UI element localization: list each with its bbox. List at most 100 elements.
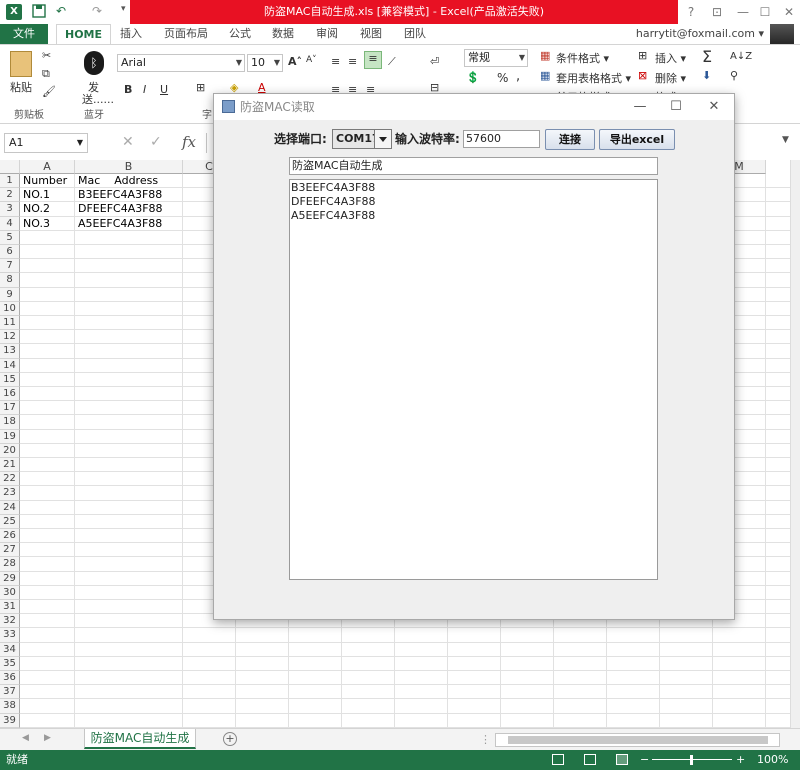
horizontal-scroll-thumb[interactable]: [508, 736, 768, 744]
bold-button[interactable]: B: [124, 83, 132, 96]
zoom-slider-thumb[interactable]: [690, 755, 693, 765]
number-format-select[interactable]: 常规 ▼: [464, 49, 528, 67]
cancel-entry-icon[interactable]: ✕: [122, 134, 134, 150]
font-name-select[interactable]: Arial ▼: [117, 54, 245, 72]
cut-icon[interactable]: ✂: [42, 49, 51, 62]
mac-output-textarea[interactable]: B3EEFC4A3F88 DFEEFC4A3F88 A5EEFC4A3F88: [289, 179, 658, 580]
row-header-25[interactable]: 25: [0, 514, 20, 529]
connect-button[interactable]: 连接: [545, 129, 595, 150]
zoom-level[interactable]: 100%: [757, 750, 788, 770]
autosum-button[interactable]: Σ: [702, 47, 712, 66]
select-all-corner[interactable]: [0, 160, 20, 174]
cell-a4[interactable]: NO.3: [20, 217, 50, 231]
cell-a3[interactable]: NO.2: [20, 202, 50, 216]
delete-cells-button[interactable]: 删除 ▾: [655, 70, 686, 86]
row-header-22[interactable]: 22: [0, 472, 20, 487]
normal-view-icon[interactable]: [552, 754, 564, 765]
row-header-14[interactable]: 14: [0, 358, 20, 373]
row-header-32[interactable]: 32: [0, 614, 20, 629]
row-header-36[interactable]: 36: [0, 671, 20, 686]
name-box[interactable]: A1 ▼: [4, 133, 88, 153]
tab-formulas[interactable]: 公式: [229, 24, 251, 44]
tab-team[interactable]: 团队: [404, 24, 426, 44]
align-top-icon[interactable]: ≡: [331, 55, 340, 68]
tab-page-layout[interactable]: 页面布局: [164, 24, 208, 44]
row-header-33[interactable]: 33: [0, 628, 20, 643]
cell-a2[interactable]: NO.1: [20, 188, 50, 202]
row-header-4[interactable]: 4: [0, 216, 20, 231]
bluetooth-send-label-2[interactable]: 送......: [82, 91, 114, 107]
orientation-icon[interactable]: ⟋: [388, 55, 396, 69]
row-header-24[interactable]: 24: [0, 500, 20, 515]
dialog-minimize-button[interactable]: —: [622, 94, 658, 120]
export-excel-button[interactable]: 导出excel: [599, 129, 675, 150]
avatar[interactable]: [770, 24, 794, 46]
baud-rate-input[interactable]: 57600: [463, 130, 540, 148]
conditional-format-button[interactable]: 条件格式 ▾: [556, 50, 609, 66]
customize-quick-access-icon[interactable]: ▾: [121, 4, 126, 14]
align-middle-icon[interactable]: ≡: [348, 55, 357, 68]
row-header-16[interactable]: 16: [0, 387, 20, 402]
tab-view[interactable]: 视图: [360, 24, 382, 44]
help-icon[interactable]: ?: [678, 0, 704, 24]
paste-button[interactable]: 粘贴: [10, 79, 32, 95]
row-header-12[interactable]: 12: [0, 330, 20, 345]
borders-icon[interactable]: ⊞: [196, 81, 205, 94]
row-header-7[interactable]: 7: [0, 259, 20, 274]
sheet-name-input[interactable]: 防盗MAC自动生成: [289, 157, 658, 175]
column-header-b[interactable]: B: [75, 160, 183, 174]
dialog-close-button[interactable]: ✕: [696, 94, 732, 120]
insert-function-icon[interactable]: fx: [182, 133, 196, 151]
sheet-tab-active[interactable]: 防盗MAC自动生成: [84, 729, 196, 749]
row-header-18[interactable]: 18: [0, 415, 20, 430]
row-header-23[interactable]: 23: [0, 486, 20, 501]
fill-icon[interactable]: ⬇: [702, 69, 711, 82]
dialog-maximize-button[interactable]: ☐: [658, 94, 694, 120]
align-bottom-icon[interactable]: ≡: [364, 51, 382, 69]
row-header-1[interactable]: 1: [0, 174, 20, 189]
row-header-30[interactable]: 30: [0, 585, 20, 600]
add-sheet-button[interactable]: +: [223, 732, 237, 746]
page-break-view-icon[interactable]: [616, 754, 628, 765]
redo-icon[interactable]: ↷: [92, 4, 102, 18]
prev-sheet-icon[interactable]: ◀: [22, 733, 29, 743]
vertical-scrollbar[interactable]: [790, 160, 800, 728]
binoculars-icon[interactable]: ⚲: [730, 69, 738, 82]
formula-input[interactable]: [206, 133, 207, 153]
next-sheet-icon[interactable]: ▶: [44, 733, 51, 743]
wrap-text-icon[interactable]: ⏎: [430, 55, 439, 68]
grow-font-icon[interactable]: A˄: [288, 55, 302, 68]
row-header-38[interactable]: 38: [0, 699, 20, 714]
tab-data[interactable]: 数据: [272, 24, 294, 44]
row-header-27[interactable]: 27: [0, 543, 20, 558]
row-header-10[interactable]: 10: [0, 301, 20, 316]
table-format-button[interactable]: 套用表格格式 ▾: [556, 70, 631, 86]
row-header-35[interactable]: 35: [0, 656, 20, 671]
cell-b4[interactable]: A5EEFC4A3F88: [75, 217, 162, 231]
chevron-down-icon[interactable]: [374, 130, 391, 148]
tab-file[interactable]: 文件: [0, 24, 48, 44]
ribbon-display-icon[interactable]: ⊡: [704, 0, 730, 24]
row-header-17[interactable]: 17: [0, 401, 20, 416]
row-header-37[interactable]: 37: [0, 685, 20, 700]
cell-b3[interactable]: DFEEFC4A3F88: [75, 202, 163, 216]
row-header-11[interactable]: 11: [0, 316, 20, 331]
page-layout-view-icon[interactable]: [584, 754, 596, 765]
column-header-a[interactable]: A: [20, 160, 75, 174]
save-icon[interactable]: [32, 4, 46, 21]
zoom-out-button[interactable]: −: [640, 750, 649, 770]
copy-icon[interactable]: ⧉: [42, 67, 50, 81]
row-header-29[interactable]: 29: [0, 571, 20, 586]
cell-a1[interactable]: Number: [20, 174, 67, 188]
tab-insert[interactable]: 插入: [120, 24, 142, 44]
row-header-6[interactable]: 6: [0, 245, 20, 260]
row-header-28[interactable]: 28: [0, 557, 20, 572]
row-header-20[interactable]: 20: [0, 443, 20, 458]
row-header-21[interactable]: 21: [0, 458, 20, 473]
sort-filter-button[interactable]: A↓Z: [730, 51, 752, 62]
row-header-34[interactable]: 34: [0, 642, 20, 657]
delete-cells-icon[interactable]: ⊠: [638, 69, 647, 82]
row-header-5[interactable]: 5: [0, 230, 20, 245]
enter-entry-icon[interactable]: ✓: [150, 134, 162, 150]
undo-icon[interactable]: ↶: [56, 4, 66, 18]
